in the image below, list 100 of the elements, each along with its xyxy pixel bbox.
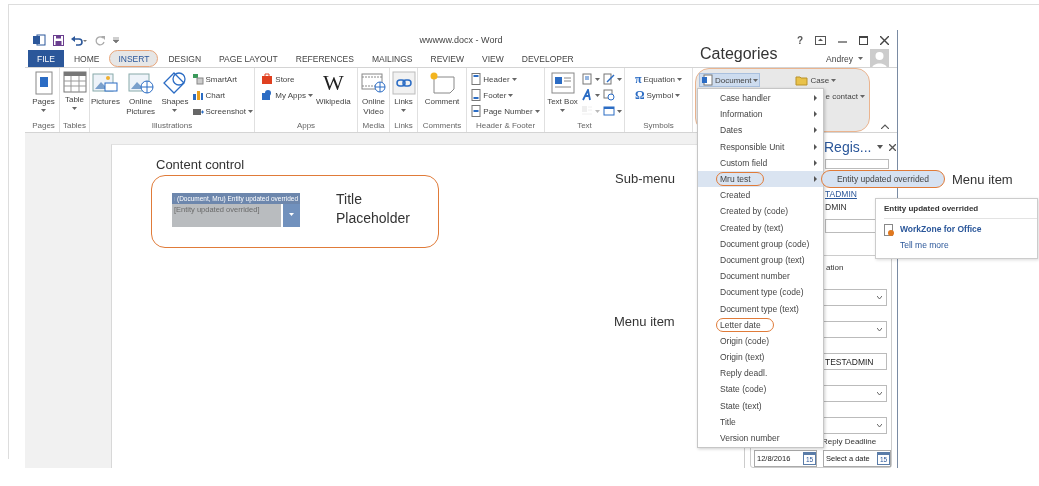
menu-item[interactable]: Information: [698, 106, 823, 123]
ribbon-button[interactable]: [579, 88, 601, 102]
caret-icon: [308, 93, 313, 97]
menu-item[interactable]: Responsible Unit: [698, 138, 823, 155]
ribbon-button[interactable]: π Equation: [633, 72, 684, 86]
menu-item[interactable]: Title: [698, 413, 823, 430]
menu-item[interactable]: Document group (code): [698, 235, 823, 252]
annotation-label: Menu item: [952, 172, 1013, 187]
caret-icon: [594, 109, 600, 113]
pane-options-caret-icon[interactable]: [877, 145, 884, 150]
ribbon-button[interactable]: Table: [61, 70, 88, 121]
page-icon: [471, 89, 482, 101]
ribbon-button[interactable]: Header: [470, 72, 541, 86]
menu-item[interactable]: Letter date: [698, 316, 823, 333]
annotation-label: Menu item: [614, 314, 675, 329]
menu-label: Information: [719, 108, 764, 122]
ribbon-button[interactable]: [601, 72, 623, 86]
ribbon-button[interactable]: [601, 104, 623, 118]
ribbon-tab[interactable]: PAGE LAYOUT: [211, 50, 286, 67]
save-icon[interactable]: [53, 34, 64, 46]
ribbon-button[interactable]: Chart: [190, 88, 254, 102]
menu-item[interactable]: Mru test: [698, 170, 823, 188]
ribbon-tab[interactable]: REVIEW: [422, 50, 473, 67]
menu-item[interactable]: Dates: [698, 122, 823, 139]
ribbon-tab[interactable]: MAILINGS: [363, 50, 421, 67]
caret-icon: [289, 213, 294, 216]
word-logo-icon[interactable]: [33, 34, 46, 46]
chevron-icon: [877, 296, 882, 299]
ribbon-tab[interactable]: DEVELOPER: [513, 50, 582, 67]
user-link[interactable]: TADMIN: [825, 188, 857, 199]
customize-caret-icon[interactable]: [113, 37, 119, 43]
collapse-ribbon-icon[interactable]: [881, 124, 889, 129]
menu-item[interactable]: Custom field: [698, 154, 823, 171]
menu-item[interactable]: Document group (text): [698, 251, 823, 269]
ribbon-button[interactable]: Links: [390, 70, 417, 121]
undo-icon[interactable]: [71, 34, 88, 46]
menu-label: Origin (code): [719, 334, 771, 348]
ribbon-button[interactable]: Text Box: [546, 70, 579, 121]
group-label: Symbols: [642, 121, 675, 132]
group-label: Pages: [31, 121, 56, 132]
caret-icon: [858, 57, 863, 60]
menu-item[interactable]: Document number: [698, 268, 823, 285]
ribbon-button[interactable]: Online Video: [358, 70, 389, 121]
wordart-icon: [580, 89, 593, 101]
ribbon-tab[interactable]: HOME: [65, 50, 108, 67]
menu-item[interactable]: Created by (text): [698, 219, 823, 236]
group-label: Header & Footer: [474, 121, 537, 132]
tooltip-title: Entity updated overrided: [884, 204, 1037, 219]
menu-item[interactable]: Document type (code): [698, 284, 823, 301]
ribbon-button[interactable]: Shapes: [160, 70, 190, 121]
ribbon-button[interactable]: Pictures: [90, 70, 121, 121]
annotation-label: Content control: [156, 157, 245, 172]
ribbon-button[interactable]: Page Number: [470, 104, 541, 118]
menu-item[interactable]: State (code): [698, 381, 823, 398]
submenu-arrow-icon: [814, 143, 817, 150]
caret-icon: [401, 109, 406, 112]
ribbon-button[interactable]: Store: [260, 72, 314, 86]
menu-item[interactable]: Created: [698, 187, 823, 204]
tell-me-more-link[interactable]: Tell me more: [900, 240, 949, 250]
input-field[interactable]: [825, 159, 889, 169]
menu-item[interactable]: Origin (text): [698, 349, 823, 366]
caret-icon: [508, 93, 514, 97]
ribbon-button[interactable]: [579, 72, 601, 86]
submenu-arrow-icon: [814, 159, 817, 166]
menu-item[interactable]: Created by (code): [698, 203, 823, 220]
menu-item[interactable]: State (text): [698, 397, 823, 414]
close-icon[interactable]: [889, 143, 897, 151]
account-button[interactable]: Andrey: [826, 53, 863, 64]
ribbon-button[interactable]: Comment: [423, 70, 461, 121]
ribbon-button[interactable]: Ω Symbol: [633, 88, 684, 102]
close-icon[interactable]: [880, 35, 889, 45]
chevron-icon: [877, 392, 882, 395]
ribbon-button[interactable]: Case: [794, 73, 866, 87]
ribbon-button[interactable]: My Apps: [260, 88, 314, 102]
ribbon-tab[interactable]: DESIGN: [160, 50, 210, 67]
menu-item[interactable]: Document type (text): [698, 300, 823, 317]
folder-icon: [795, 74, 809, 86]
submenu-item[interactable]: Entity updated overrided: [821, 170, 945, 188]
ribbon-tab[interactable]: VIEW: [474, 50, 512, 67]
window-title: wwwww.docx - Word: [419, 35, 503, 45]
document-icon: [701, 74, 713, 86]
value-text: DMIN: [825, 201, 847, 212]
menu-item[interactable]: Origin (code): [698, 332, 823, 349]
ribbon-button[interactable]: Footer: [470, 88, 541, 102]
ribbon-button[interactable]: Document: [699, 73, 761, 87]
maximize-icon[interactable]: [859, 35, 868, 45]
ribbon-button[interactable]: Pages: [31, 70, 56, 121]
menu-item[interactable]: Version number: [698, 429, 823, 447]
ribbon-tab[interactable]: REFERENCES: [287, 50, 362, 67]
ribbon-button[interactable]: W Wikipedia: [315, 70, 352, 121]
menu-label: Created by (text): [719, 221, 785, 235]
help-button[interactable]: ?: [796, 34, 803, 46]
menu-item[interactable]: Reply deadl.: [698, 365, 823, 382]
ribbon-tab[interactable]: INSERT: [109, 50, 159, 67]
file-tab[interactable]: FILE: [28, 50, 64, 67]
ribbon-button[interactable]: SmartArt: [190, 72, 254, 86]
ribbon-display-icon[interactable]: [815, 35, 826, 45]
ribbon-button[interactable]: Screenshot: [190, 104, 254, 118]
ribbon-button[interactable]: Online Pictures: [121, 70, 160, 121]
submenu-arrow-icon: [814, 111, 817, 118]
